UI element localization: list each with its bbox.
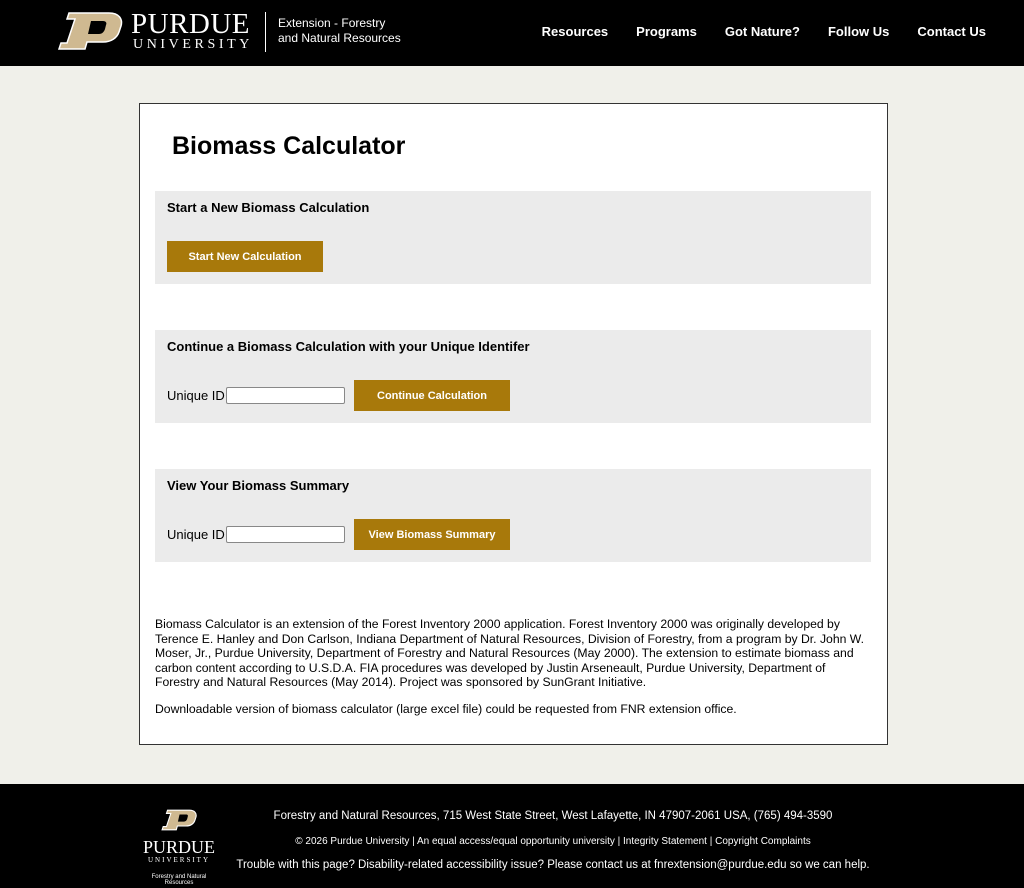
nav-got-nature[interactable]: Got Nature? [725,24,800,39]
new-calculation-heading: Start a New Biomass Calculation [167,200,370,215]
start-new-calculation-button[interactable]: Start New Calculation [167,241,323,272]
nav-resources[interactable]: Resources [542,24,608,39]
biomass-summary-heading: View Your Biomass Summary [167,478,350,493]
content-card: Biomass Calculator Start a New Biomass C… [139,103,888,745]
nav-follow-us[interactable]: Follow Us [828,24,889,39]
purdue-p-logo-icon[interactable] [57,11,123,51]
header-divider [265,12,266,52]
unit-name[interactable]: Extension - Forestry and Natural Resourc… [278,16,401,46]
footer-accessibility: Trouble with this page? Disability-relat… [236,859,870,871]
continue-calculation-heading: Continue a Biomass Calculation with your… [167,339,530,354]
unique-id-label: Unique ID [167,388,225,403]
continue-calculation-button[interactable]: Continue Calculation [354,380,510,411]
calculator-description: Biomass Calculator is an extension of th… [155,617,864,689]
biomass-summary-panel: View Your Biomass Summary Unique ID View… [155,469,871,562]
footer-address: Forestry and Natural Resources, 715 West… [273,810,833,822]
purdue-wordmark[interactable]: PURDUE UNIVERSITY [131,10,253,52]
brand-sub: UNIVERSITY [133,37,253,52]
page-title: Biomass Calculator [172,132,406,160]
brand-name: PURDUE [131,8,251,40]
download-note: Downloadable version of biomass calculat… [155,702,737,716]
main-nav: Resources Programs Got Nature? Follow Us… [514,24,986,39]
footer-copyright: © 2026 Purdue University [295,836,410,847]
view-biomass-summary-button[interactable]: View Biomass Summary [354,519,510,550]
site-header: PURDUE UNIVERSITY Extension - Forestry a… [0,0,1024,66]
footer-legal-links: © 2026 Purdue University | An equal acce… [295,836,811,847]
summary-unique-id-input[interactable] [226,526,345,543]
continue-unique-id-input[interactable] [226,387,345,404]
footer-logo-dept: Forestry and Natural Resources [151,874,207,886]
unit-line2: and Natural Resources [278,31,401,45]
footer-equal-access-link[interactable]: An equal access/equal opportunity univer… [417,836,615,847]
unit-line1: Extension - Forestry [278,16,386,30]
nav-contact-us[interactable]: Contact Us [917,24,986,39]
unique-id-label: Unique ID [167,527,225,542]
new-calculation-panel: Start a New Biomass Calculation Start Ne… [155,191,871,284]
nav-programs[interactable]: Programs [636,24,697,39]
continue-calculation-panel: Continue a Biomass Calculation with your… [155,330,871,423]
footer-integrity-link[interactable]: Integrity Statement [623,836,707,847]
footer-copyright-complaints-link[interactable]: Copyright Complaints [715,836,811,847]
site-footer: PURDUE UNIVERSITY Forestry and Natural R… [0,784,1024,888]
